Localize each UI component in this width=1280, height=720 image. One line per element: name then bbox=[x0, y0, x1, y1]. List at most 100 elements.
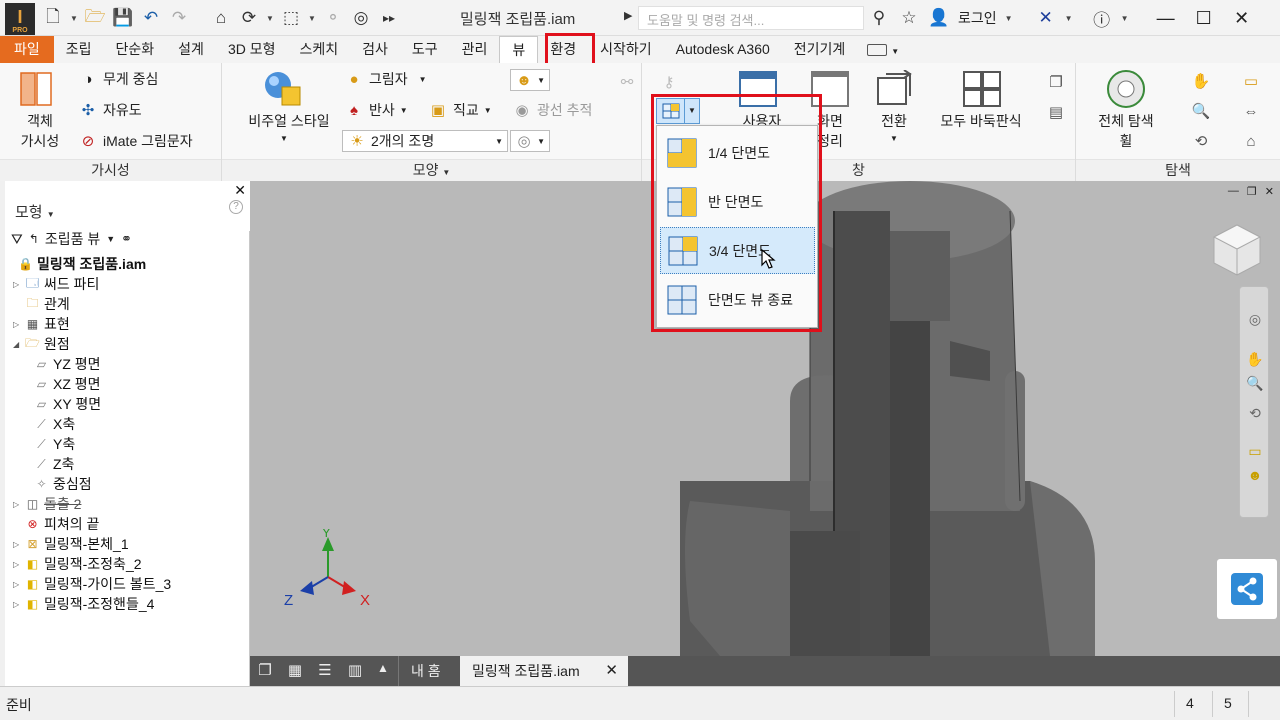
exchange-dropdown-icon[interactable]: ▼ bbox=[1065, 14, 1073, 23]
tab-list-up-icon[interactable]: ▲ bbox=[372, 661, 394, 681]
update-icon[interactable]: ⟳ bbox=[238, 7, 260, 29]
tab-active-document[interactable]: 밀링잭 조립품.iam ✕ bbox=[460, 656, 628, 686]
tile-grid-icon[interactable]: ▦ bbox=[284, 661, 306, 681]
full-nav-wheel-icon[interactable] bbox=[1104, 69, 1148, 109]
update-dropdown-icon[interactable]: ▼ bbox=[266, 14, 274, 23]
ground-plane-dropdown[interactable]: ◎ ▼ bbox=[510, 130, 550, 152]
browser-help-icon[interactable]: ? bbox=[229, 200, 243, 214]
user-icon[interactable]: 👤 bbox=[928, 7, 950, 29]
viewcube[interactable] bbox=[1210, 221, 1264, 280]
arrange-all-button[interactable]: 모두 바둑판식 bbox=[928, 111, 1034, 131]
switch-window-icon[interactable] bbox=[872, 69, 916, 109]
tab-sketch[interactable]: 스케치 bbox=[287, 36, 350, 63]
tab-electromechanical[interactable]: 전기기계 bbox=[782, 36, 858, 63]
tree-node-end-of-features[interactable]: ⊗ 피쳐의 끝 bbox=[24, 514, 99, 534]
tree-node-extrusion[interactable]: ▷ ◫ 돌출 2 bbox=[13, 494, 81, 514]
expand-icon[interactable]: ▷ bbox=[13, 500, 21, 509]
switch-dropdown-icon[interactable]: ▼ bbox=[886, 129, 902, 149]
pan-icon[interactable]: ✋ bbox=[1188, 69, 1214, 93]
material-icon[interactable]: ⚬ bbox=[322, 7, 344, 29]
tree-node-adjust-handle-4[interactable]: ▷ ◧ 밀링잭-조정핸들_4 bbox=[13, 594, 154, 614]
tree-node-third-party[interactable]: ▷ 🗔 써드 파티 bbox=[13, 274, 99, 294]
tree-node-z-axis[interactable]: ⟋ Z축 bbox=[33, 454, 74, 474]
find-binoculars-icon[interactable]: ⚭ bbox=[121, 231, 132, 247]
expand-icon[interactable]: ▷ bbox=[13, 320, 21, 329]
display-option-icon[interactable]: ⚯ bbox=[612, 69, 642, 95]
tab-simplify[interactable]: 단순화 bbox=[104, 36, 167, 63]
shadows-button[interactable]: ● 그림자 ▼ bbox=[344, 69, 427, 89]
visual-style-dropdown-icon[interactable]: ▼ bbox=[274, 129, 294, 149]
viewport-restore-icon[interactable]: ❐ bbox=[1247, 185, 1257, 198]
section-view-dim-icon[interactable]: ⚷ bbox=[656, 69, 682, 95]
expand-icon[interactable]: ▷ bbox=[13, 280, 21, 289]
tab-3d-model[interactable]: 3D 모형 bbox=[216, 36, 288, 63]
nav-look-at-icon[interactable]: ▭ bbox=[1246, 443, 1264, 461]
title-arrow-icon[interactable]: ▶ bbox=[624, 9, 632, 22]
visual-style-button[interactable]: 비주얼 스타일 bbox=[228, 111, 350, 131]
cascade-icon[interactable]: ❐ bbox=[1042, 69, 1070, 95]
ray-tracing-button[interactable]: ◉ 광선 추적 bbox=[512, 100, 592, 120]
tab-assemble[interactable]: 조립 bbox=[54, 36, 104, 63]
collapse-icon[interactable]: ◢ bbox=[13, 340, 21, 349]
tab-my-home[interactable]: 내 홈 bbox=[398, 656, 453, 686]
close-document-icon[interactable]: ✕ bbox=[605, 656, 618, 686]
switch-window-button[interactable]: 전환 bbox=[864, 111, 924, 131]
share-button[interactable] bbox=[1217, 559, 1277, 619]
tree-node-adjust-shaft-2[interactable]: ▷ ◧ 밀링잭-조정축_2 bbox=[13, 554, 142, 574]
orthographic-button[interactable]: ▣ 직교 ▼ bbox=[428, 100, 492, 120]
tree-node-y-axis[interactable]: ⟋ Y축 bbox=[33, 434, 75, 454]
save-icon[interactable]: 💾 bbox=[112, 7, 134, 29]
tree-node-xz-plane[interactable]: ▱ XZ 평면 bbox=[33, 374, 101, 394]
help-dropdown-icon[interactable]: ▼ bbox=[1121, 14, 1129, 23]
visual-style-icon[interactable] bbox=[260, 69, 304, 109]
tile-vertical-icon[interactable]: ▥ bbox=[344, 661, 366, 681]
help-icon[interactable]: ⓘ bbox=[1091, 7, 1113, 30]
reflections-dropdown-icon[interactable]: ▼ bbox=[400, 106, 408, 115]
browser-close-icon[interactable]: ✕ bbox=[234, 182, 246, 199]
arrange-all-icon[interactable] bbox=[960, 69, 1004, 109]
tree-node-center-point[interactable]: ✧ 중심점 bbox=[33, 474, 91, 494]
tree-node-relationships[interactable]: 🗀 관계 bbox=[24, 294, 69, 314]
tree-node-assembly[interactable]: 🔒 밀링잭 조립품.iam bbox=[17, 254, 146, 274]
nav-extra-icon[interactable]: ☻ bbox=[1246, 467, 1264, 485]
assembly-view-label[interactable]: 조립품 뷰 bbox=[45, 229, 100, 249]
tile-horizontal-icon[interactable]: ☰ bbox=[314, 661, 336, 681]
minimize-button[interactable]: — bbox=[1151, 8, 1181, 29]
home-view-icon[interactable]: ⌂ bbox=[1238, 129, 1264, 153]
nav-pan-icon[interactable]: ✋ bbox=[1246, 351, 1264, 369]
full-nav-wheel-button[interactable]: 전체 탐색 휠 bbox=[1086, 111, 1166, 151]
appearance-expand-icon[interactable]: ▼ bbox=[442, 168, 450, 177]
reflections-button[interactable]: ♠ 반사 ▼ bbox=[344, 100, 408, 120]
shadows-dropdown-icon[interactable]: ▼ bbox=[419, 75, 427, 84]
expand-icon[interactable]: ▷ bbox=[13, 560, 21, 569]
nav-orbit-icon[interactable]: ⟲ bbox=[1246, 405, 1264, 423]
home-icon[interactable]: ⌂ bbox=[210, 7, 232, 29]
new-dropdown-icon[interactable]: ▼ bbox=[70, 14, 78, 23]
assembly-view-dropdown-icon[interactable]: ▼ bbox=[106, 234, 115, 244]
redo-icon[interactable]: ↷ bbox=[168, 7, 190, 29]
viewport-close-icon[interactable]: ✕ bbox=[1265, 185, 1274, 198]
tree-node-xy-plane[interactable]: ▱ XY 평면 bbox=[33, 394, 101, 414]
tab-a360[interactable]: Autodesk A360 bbox=[664, 36, 782, 63]
maximize-button[interactable]: ☐ bbox=[1189, 8, 1219, 29]
degrees-of-freedom-button[interactable]: ✣ 자유도 bbox=[78, 100, 142, 120]
new-file-icon[interactable]: 🗋 bbox=[42, 7, 64, 29]
close-button[interactable]: ✕ bbox=[1227, 8, 1257, 29]
tab-get-started[interactable]: 시작하기 bbox=[588, 36, 664, 63]
orthographic-dropdown-icon[interactable]: ▼ bbox=[484, 106, 492, 115]
search-input[interactable]: 도움말 및 명령 검색... bbox=[638, 6, 864, 30]
login-link[interactable]: 로그인 bbox=[958, 8, 997, 28]
zoom-icon[interactable]: 🔍 bbox=[1188, 99, 1214, 123]
more-icon[interactable]: ▸▸ bbox=[378, 7, 400, 29]
select-dropdown-icon[interactable]: ▼ bbox=[308, 14, 316, 23]
viewport-minimize-icon[interactable]: — bbox=[1228, 185, 1239, 198]
login-dropdown-icon[interactable]: ▼ bbox=[1005, 14, 1013, 23]
tab-design[interactable]: 설계 bbox=[166, 36, 216, 63]
expand-icon[interactable]: ▷ bbox=[13, 600, 21, 609]
tree-node-representations[interactable]: ▷ ▦ 표현 bbox=[13, 314, 70, 334]
expand-icon[interactable]: ▷ bbox=[13, 580, 21, 589]
binoculars-icon[interactable]: ⚲ bbox=[868, 7, 890, 29]
look-at-icon[interactable]: ▭ bbox=[1238, 69, 1264, 93]
texture-dropdown[interactable]: ☻ ▼ bbox=[510, 69, 550, 91]
tree-node-yz-plane[interactable]: ▱ YZ 평면 bbox=[33, 354, 101, 374]
